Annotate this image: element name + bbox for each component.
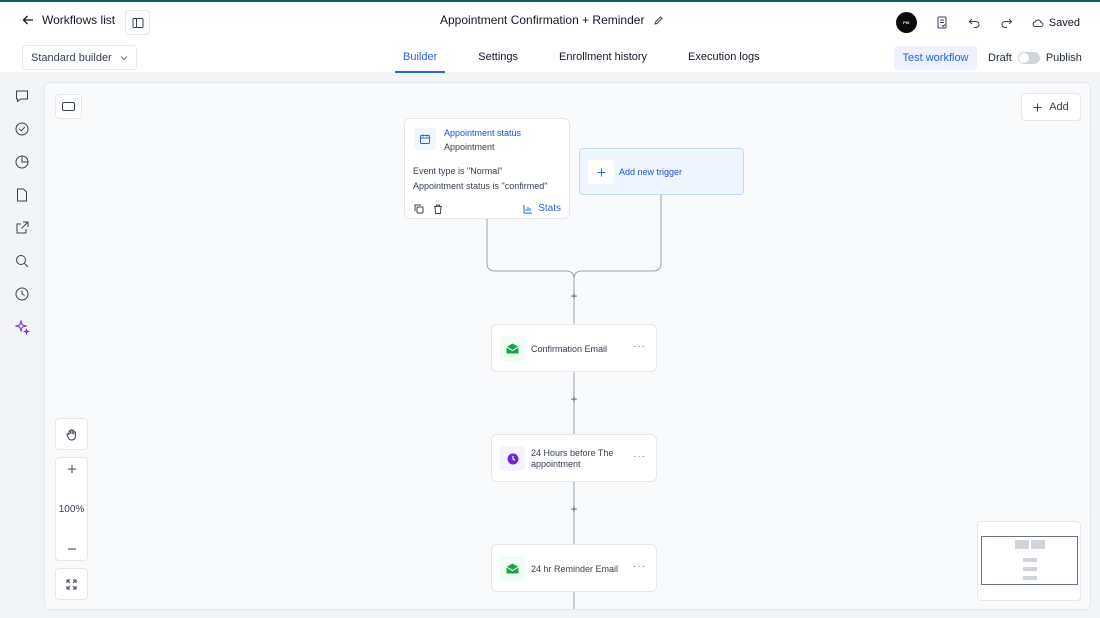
header-tools: PIX Saved: [895, 12, 1080, 33]
bar-chart-icon: [523, 204, 533, 213]
search-icon[interactable]: [14, 253, 30, 269]
copy-icon[interactable]: [414, 204, 424, 214]
app-header: Workflows list Appointment Confirmation …: [0, 2, 1100, 73]
trigger-condition: Event type is "Normal": [413, 166, 503, 176]
sparkle-icon[interactable]: [14, 319, 30, 335]
more-options-icon[interactable]: ···: [633, 451, 646, 462]
arrow-left-icon: [22, 15, 33, 25]
draft-label: Draft: [988, 52, 1012, 64]
tab-settings[interactable]: Settings: [470, 46, 526, 73]
node-label: 24 hr Reminder Email: [531, 564, 619, 574]
insert-step-plus-icon[interactable]: +: [568, 393, 580, 405]
tab-builder[interactable]: Builder: [395, 46, 446, 73]
redo-icon[interactable]: [1000, 16, 1013, 29]
add-button[interactable]: Add: [1021, 93, 1081, 121]
insert-step-plus-icon[interactable]: +: [568, 503, 580, 515]
node-label: 24 Hours before The appointment: [531, 448, 614, 469]
email-icon: [500, 336, 525, 361]
zoom-in-icon[interactable]: [67, 464, 77, 474]
chat-icon[interactable]: [14, 88, 30, 104]
save-status: Saved: [1032, 17, 1080, 29]
email-icon: [500, 556, 525, 581]
pan-tool-button[interactable]: [55, 418, 88, 450]
stats-label: Stats: [538, 203, 561, 214]
external-link-icon[interactable]: [14, 220, 30, 236]
back-label: Workflows list: [42, 13, 116, 27]
keyboard-shortcuts-button[interactable]: [55, 94, 82, 119]
toggle-panel-button[interactable]: [125, 10, 150, 35]
trigger-condition: Appointment status is "confirmed": [413, 181, 548, 191]
minimap-node: [1023, 576, 1037, 580]
fit-view-button[interactable]: [55, 568, 88, 600]
add-trigger-label: Add new trigger: [619, 167, 683, 177]
undo-icon[interactable]: [968, 16, 981, 29]
stats-button[interactable]: Stats: [523, 203, 561, 214]
zoom-controls: 100%: [55, 457, 88, 561]
clock-icon: [500, 446, 525, 471]
tab-enrollment-history[interactable]: Enrollment history: [551, 46, 655, 73]
tab-execution-logs[interactable]: Execution logs: [680, 46, 768, 73]
workflow-title-text: Appointment Confirmation + Reminder: [440, 13, 645, 27]
trigger-card[interactable]: Appointment status Appointment Event typ…: [404, 118, 570, 219]
chevron-down-icon: [120, 55, 128, 60]
minimap-node: [1023, 558, 1037, 562]
workflow-canvas[interactable]: Add Appointment status Appointment Event…: [44, 82, 1091, 610]
insert-step-plus-icon[interactable]: +: [568, 290, 580, 302]
trigger-subtitle: Appointment: [444, 142, 495, 152]
left-sidebar: [0, 72, 44, 618]
panel-icon: [132, 17, 143, 28]
builder-select-value: Standard builder: [31, 51, 112, 64]
cloud-icon: [1032, 18, 1044, 27]
edit-pencil-icon[interactable]: [653, 15, 664, 26]
back-to-workflows-link[interactable]: Workflows list: [22, 13, 115, 27]
minimap-node: [1031, 540, 1045, 549]
calendar-icon: [414, 128, 436, 150]
plus-icon: [1033, 103, 1042, 111]
saved-label: Saved: [1048, 16, 1080, 29]
fullscreen-icon: [66, 579, 77, 589]
zoom-out-icon[interactable]: [67, 544, 77, 554]
publish-toggle-group: Draft Publish: [988, 52, 1082, 64]
node-label: Confirmation Email: [531, 344, 608, 354]
zoom-level: 100%: [58, 503, 85, 515]
test-workflow-button[interactable]: Test workflow: [894, 46, 977, 70]
add-new-trigger-button[interactable]: Add new trigger: [579, 148, 744, 195]
publish-label: Publish: [1045, 52, 1082, 64]
pie-chart-icon[interactable]: [14, 154, 30, 170]
history-icon[interactable]: [14, 286, 30, 302]
document-icon[interactable]: [14, 187, 30, 203]
publish-toggle[interactable]: [1017, 52, 1040, 64]
action-node[interactable]: 24 hr Reminder Email ···: [491, 544, 657, 592]
trash-icon[interactable]: [433, 204, 443, 214]
document-check-icon[interactable]: [936, 16, 949, 29]
brand-logo: PIX: [895, 12, 917, 33]
plus-icon: [588, 160, 614, 184]
trigger-title: Appointment status: [444, 128, 522, 138]
check-circle-icon[interactable]: [14, 121, 30, 137]
workflow-title: Appointment Confirmation + Reminder: [440, 13, 664, 27]
minimap-node: [1015, 540, 1029, 549]
wait-node[interactable]: 24 Hours before The appointment ···: [491, 434, 657, 482]
minimap[interactable]: [977, 521, 1081, 601]
builder-select[interactable]: Standard builder: [22, 45, 137, 70]
keyboard-icon: [62, 102, 75, 111]
hand-icon: [65, 428, 76, 440]
more-options-icon[interactable]: ···: [633, 341, 646, 352]
add-label: Add: [1049, 101, 1069, 113]
more-options-icon[interactable]: ···: [633, 561, 646, 572]
main-tabs: Builder Settings Enrollment history Exec…: [395, 46, 768, 73]
minimap-node: [1023, 567, 1037, 571]
action-node[interactable]: Confirmation Email ···: [491, 324, 657, 372]
